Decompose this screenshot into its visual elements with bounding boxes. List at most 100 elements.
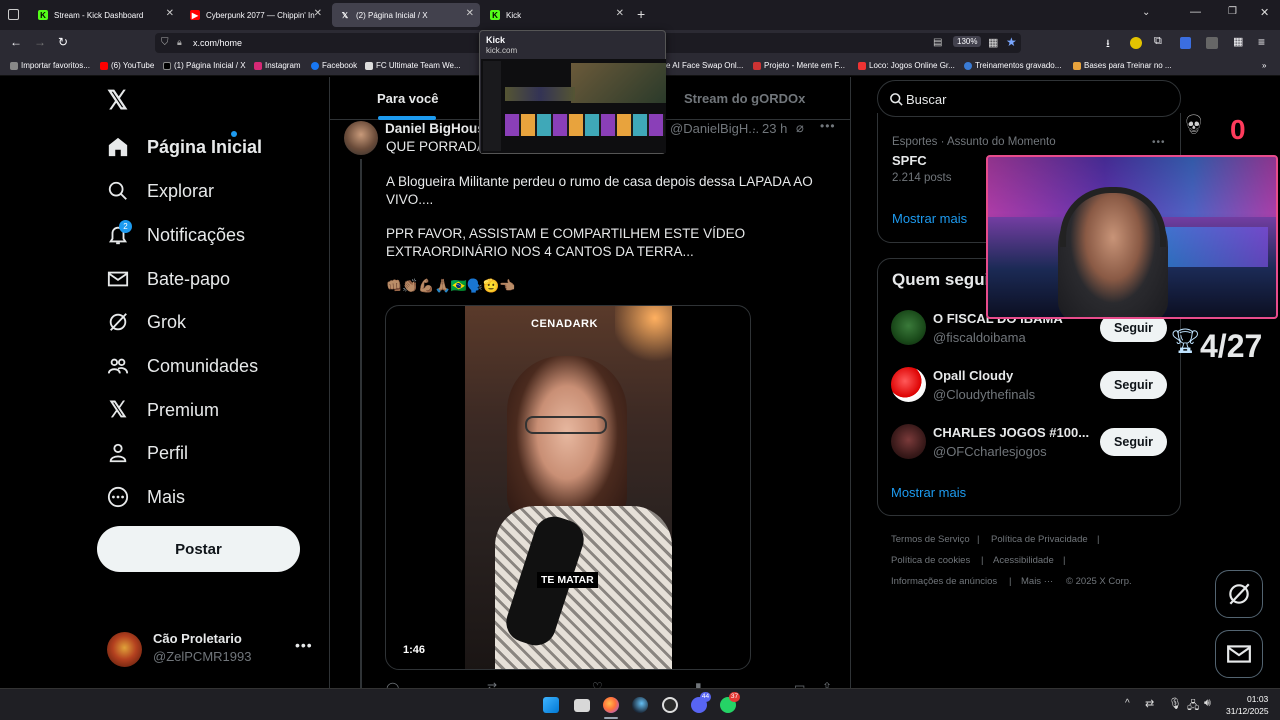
footer-privacy[interactable]: Política de Privacidade [991, 534, 1088, 545]
obs-icon[interactable] [662, 697, 678, 713]
bookmark-item[interactable]: Instagram [254, 61, 301, 70]
windows-start-icon[interactable] [543, 697, 559, 713]
shield-ext-icon[interactable] [1180, 37, 1191, 49]
bookmark-icon[interactable]: ▭ [794, 680, 805, 688]
close-icon[interactable]: ✕ [466, 8, 474, 19]
bookmark-item[interactable]: e AI Face Swap Onl... [666, 61, 743, 70]
grok-icon[interactable]: ⌀ [796, 120, 804, 136]
bookmarks-overflow-icon[interactable]: » [1262, 61, 1266, 70]
bookmark-star-icon[interactable]: ★ [1006, 35, 1017, 49]
close-icon[interactable]: ✕ [616, 8, 624, 19]
back-icon[interactable]: ← [10, 35, 22, 49]
tab-x-home[interactable]: 𝕏 (2) Página Inicial / X ✕ [332, 3, 480, 27]
bookmark-item[interactable]: Treinamentos gravado... [964, 61, 1061, 70]
trend-title[interactable]: SPFC [892, 153, 927, 168]
tab-kick-dashboard[interactable]: K Stream - Kick Dashboard ✕ [30, 3, 180, 27]
grok-floating-button[interactable] [1215, 570, 1263, 618]
more-icon[interactable]: ••• [1152, 137, 1166, 148]
messages-floating-button[interactable] [1215, 630, 1263, 678]
extensions-grid-icon[interactable]: ▦ [988, 36, 998, 49]
footer-more[interactable]: Mais ··· [1021, 576, 1053, 587]
new-tab-icon[interactable]: + [637, 6, 645, 22]
close-icon[interactable]: ✕ [314, 8, 322, 19]
reload-icon[interactable]: ↻ [58, 35, 68, 49]
reply-icon[interactable]: ◯ [386, 681, 399, 688]
tab-for-you[interactable]: Para você [377, 91, 438, 106]
tweet-author[interactable]: Daniel BigHous [385, 121, 485, 136]
clock-date[interactable]: 31/12/2025 [1226, 706, 1269, 716]
puzzle-icon[interactable]: ⧉ [1154, 35, 1162, 48]
close-icon[interactable]: ✕ [166, 8, 174, 19]
menu-icon[interactable]: ≡ [1258, 35, 1265, 49]
show-more-link[interactable]: Mostrar mais [891, 485, 966, 500]
firefox-icon[interactable] [603, 697, 619, 713]
x-logo-icon[interactable]: 𝕏 [107, 85, 128, 116]
like-icon[interactable]: ♡ [592, 680, 603, 688]
bookmark-item[interactable]: Loco: Jogos Online Gr... [858, 61, 955, 70]
microphone-icon[interactable]: 🎙︎ [1168, 697, 1182, 710]
tweet-video[interactable]: CENADARK TE MATAR 1:46 [385, 305, 751, 670]
suggestion-avatar[interactable] [891, 424, 926, 459]
bookmark-item[interactable]: Facebook [311, 61, 357, 70]
nav-profile[interactable]: Perfil [107, 438, 188, 468]
post-button[interactable]: Postar [97, 526, 300, 572]
more-icon[interactable]: ••• [295, 637, 313, 653]
apps-icon[interactable]: ▦ [1233, 35, 1243, 48]
nav-notifications[interactable]: 2 Notificações [107, 220, 245, 250]
repost-icon[interactable]: ⇄ [487, 680, 497, 688]
bookmark-item[interactable]: (1) Página Inicial / X [163, 61, 246, 70]
volume-icon[interactable]: 🔊︎ [1204, 697, 1211, 710]
bookmark-item[interactable]: Importar favoritos... [10, 61, 90, 70]
suggestion-avatar[interactable] [891, 367, 926, 402]
bookmark-item[interactable]: Bases para Treinar no ... [1073, 61, 1172, 70]
follow-button[interactable]: Seguir [1100, 371, 1167, 399]
more-icon[interactable]: ••• [820, 119, 836, 133]
footer-terms[interactable]: Termos de Serviço [891, 534, 970, 545]
follow-button[interactable]: Seguir [1100, 428, 1167, 456]
nav-communities[interactable]: Comunidades [107, 351, 258, 381]
suggestion-avatar[interactable] [891, 310, 926, 345]
footer-accessibility[interactable]: Acessibilidade [993, 555, 1054, 566]
nav-explore[interactable]: Explorar [107, 176, 214, 206]
bookmark-item[interactable]: (6) YouTube [100, 61, 154, 70]
close-window-icon[interactable]: ✕ [1260, 6, 1269, 19]
tray-sync-icon[interactable]: ⇄ [1145, 697, 1154, 710]
extension-icon[interactable] [1130, 37, 1142, 49]
download-icon[interactable]: ⭳ [1106, 35, 1110, 54]
footer-cookies[interactable]: Política de cookies [891, 555, 970, 566]
bookmark-item[interactable]: Projeto - Mente em F... [753, 61, 845, 70]
tab-stream-gordox[interactable]: Stream do gORDOx [684, 91, 805, 106]
tab-overflow-icon[interactable]: ⌄ [1142, 7, 1150, 18]
nav-premium[interactable]: 𝕏 Premium [107, 395, 219, 425]
share-icon[interactable]: ⇪ [822, 680, 832, 688]
suggestion-name[interactable]: Opall Cloudy [933, 368, 1013, 383]
footer-ads-info[interactable]: Informações de anúncios [891, 576, 997, 587]
reader-view-icon[interactable]: ▤ [933, 37, 942, 48]
show-more-link[interactable]: Mostrar mais [892, 211, 967, 226]
steam-icon[interactable] [632, 697, 648, 713]
suggestion-name[interactable]: CHARLES JOGOS #100... [933, 425, 1089, 440]
nav-messages[interactable]: Bate-papo [107, 264, 230, 294]
nav-more[interactable]: Mais [107, 482, 185, 512]
account-switcher[interactable]: Cão Proletario @ZelPCMR1993 ••• [107, 631, 317, 669]
tab-youtube-cyberpunk[interactable]: ▶ Cyberpunk 2077 — Chippin' In ✕ [182, 3, 328, 27]
tweet-time[interactable]: 23 h [762, 121, 787, 136]
account-icon[interactable] [1206, 37, 1218, 49]
bookmark-item[interactable]: FC Ultimate Team We... [365, 61, 461, 70]
tab-kick[interactable]: K Kick ✕ [482, 3, 630, 27]
nav-home[interactable]: Página Inicial [107, 131, 262, 162]
network-icon[interactable]: 🖧︎ [1187, 697, 1199, 716]
views-icon[interactable]: ▮ [695, 680, 702, 688]
zoom-level[interactable]: 130% [953, 36, 982, 47]
file-explorer-icon[interactable] [574, 699, 590, 712]
tab-list-icon[interactable] [8, 9, 19, 20]
search-box[interactable]: Buscar [877, 80, 1181, 117]
minimize-icon[interactable]: — [1190, 6, 1201, 18]
restore-icon[interactable]: ❐ [1228, 6, 1237, 17]
nav-grok[interactable]: Grok [107, 307, 186, 337]
tray-overflow-icon[interactable]: ^ [1125, 698, 1130, 709]
clock-time[interactable]: 01:03 [1247, 694, 1268, 704]
forward-icon[interactable]: → [34, 35, 46, 49]
tweet-avatar[interactable] [344, 121, 378, 155]
tweet-handle[interactable]: @DanielBigH... [670, 121, 759, 136]
